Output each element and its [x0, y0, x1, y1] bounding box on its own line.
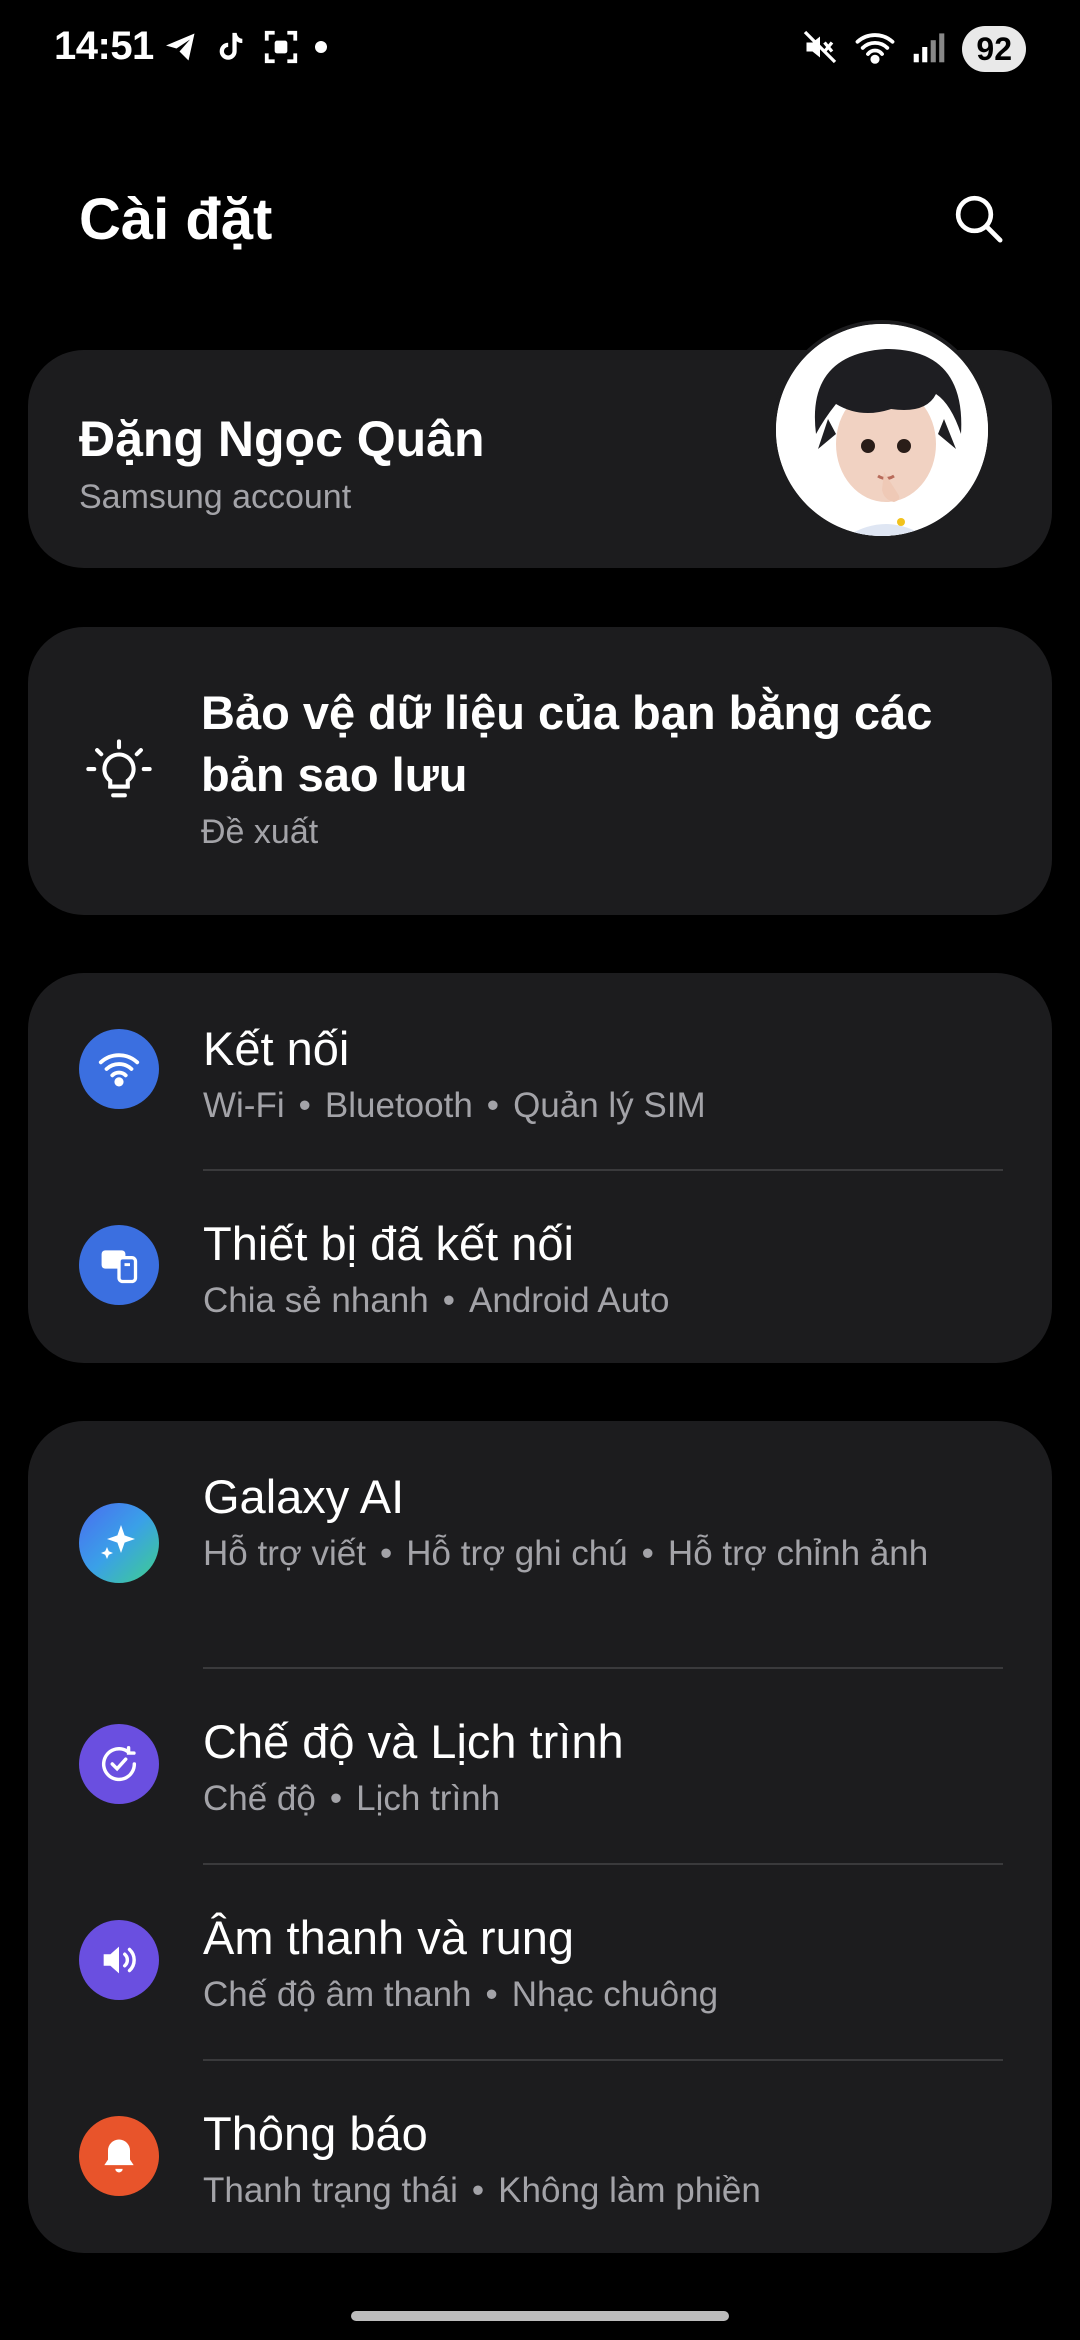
subtitle-part: Chế độ âm thanh — [203, 1975, 472, 2014]
status-time: 14:51 — [54, 24, 154, 68]
settings-item-subtitle: Chế độ • Lịch trình — [203, 1779, 501, 1818]
search-button[interactable] — [946, 186, 1010, 250]
status-notification-icons — [162, 28, 328, 66]
settings-item-title: Thiết bị đã kết nối — [203, 1217, 574, 1270]
settings-item-connected-devices[interactable]: Thiết bị đã kết nối Chia sẻ nhanh • Androi… — [28, 1170, 1052, 1363]
subtitle-part: Không làm phiền — [498, 2171, 761, 2210]
tiktok-icon — [214, 28, 248, 66]
settings-item-notifications[interactable]: Thông báo Thanh trạng thái • Không làm phi… — [28, 2060, 1052, 2253]
suggestion-label: Đề xuất — [201, 813, 319, 851]
settings-item-sound-vibration[interactable]: Âm thanh và rung Chế độ âm thanh • Nhạc ch… — [28, 1864, 1052, 2059]
suggestion-title: Bảo vệ dữ liệu của bạn bằng các bản sao … — [201, 686, 933, 801]
subtitle-part: Bluetooth — [324, 1086, 473, 1125]
wifi-icon — [854, 29, 896, 70]
settings-item-subtitle: Thanh trạng thái • Không làm phiền — [203, 2171, 761, 2210]
avatar[interactable] — [772, 320, 992, 540]
subtitle-part: Android Auto — [469, 1281, 670, 1320]
battery-indicator: 92 — [962, 26, 1026, 72]
dot-icon — [314, 40, 328, 54]
mute-icon — [802, 29, 838, 70]
settings-item-subtitle: Chia sẻ nhanh • Android Auto — [203, 1281, 670, 1320]
subtitle-part: Wi-Fi — [203, 1086, 285, 1125]
subtitle-part: Hỗ trợ chỉnh ảnh — [667, 1534, 929, 1573]
subtitle-part: Thanh trạng thái — [203, 2171, 458, 2210]
lightbulb-icon — [84, 737, 154, 807]
status-system-icons: 92 — [802, 26, 1026, 72]
settings-item-subtitle: Chế độ âm thanh • Nhạc chuông — [203, 1975, 719, 2014]
settings-item-title: Thông báo — [203, 2107, 428, 2160]
search-icon — [955, 195, 1003, 243]
settings-item-title: Galaxy AI — [203, 1470, 405, 1523]
settings-screen: 14:51 92 Cài đặt Đặng Ngọc Quân Samsung … — [0, 0, 1080, 2340]
subtitle-part: Chế độ — [203, 1779, 316, 1818]
subtitle-part: Nhạc chuông — [511, 1975, 719, 2014]
telegram-icon — [162, 29, 200, 65]
settings-item-connections[interactable]: Kết nối Wi-Fi • Bluetooth • Quản lý SIM — [28, 973, 1052, 1168]
settings-item-subtitle: Wi-Fi • Bluetooth • Quản lý SIM — [203, 1086, 706, 1125]
check-circle-icon — [79, 1724, 159, 1804]
status-bar: 14:51 92 — [0, 0, 1080, 100]
settings-item-subtitle: Hỗ trợ viết • Hỗ trợ ghi chú • Hỗ trợ chỉnh … — [203, 1534, 929, 1573]
settings-item-title: Kết nối — [203, 1022, 350, 1075]
subtitle-part: Quản lý SIM — [513, 1086, 706, 1125]
settings-item-title: Chế độ và Lịch trình — [203, 1715, 624, 1768]
backup-suggestion-card[interactable]: Bảo vệ dữ liệu của bạn bằng các bản sao … — [28, 627, 1052, 915]
subtitle-part: Hỗ trợ viết — [203, 1534, 366, 1573]
settings-item-modes-routines[interactable]: Chế độ và Lịch trình Chế độ • Lịch trình — [28, 1668, 1052, 1863]
account-card[interactable]: Đặng Ngọc Quân Samsung account — [28, 320, 1052, 568]
account-subtitle: Samsung account — [79, 478, 352, 516]
subtitle-part: Chia sẻ nhanh — [203, 1281, 429, 1320]
subtitle-part: Hỗ trợ ghi chú — [406, 1534, 628, 1573]
settings-item-galaxy-ai[interactable]: Galaxy AI Hỗ trợ viết • Hỗ trợ ghi chú • Hỗ … — [28, 1421, 1052, 1666]
page-title: Cài đặt — [79, 187, 273, 252]
signal-icon — [912, 29, 946, 70]
home-indicator[interactable] — [351, 2311, 729, 2321]
volume-icon — [79, 1920, 159, 2000]
sparkle-icon — [79, 1503, 159, 1583]
screenshot-icon — [262, 28, 300, 66]
subtitle-part: Lịch trình — [356, 1779, 501, 1818]
settings-item-title: Âm thanh và rung — [203, 1911, 574, 1964]
account-name: Đặng Ngọc Quân — [79, 411, 485, 467]
wifi-icon — [79, 1029, 159, 1109]
devices-icon — [79, 1225, 159, 1305]
bell-icon — [79, 2116, 159, 2196]
settings-group-connections: Kết nối Wi-Fi • Bluetooth • Quản lý SIM Thiế… — [28, 973, 1052, 1363]
settings-group-main: Galaxy AI Hỗ trợ viết • Hỗ trợ ghi chú • Hỗ … — [28, 1421, 1052, 2253]
